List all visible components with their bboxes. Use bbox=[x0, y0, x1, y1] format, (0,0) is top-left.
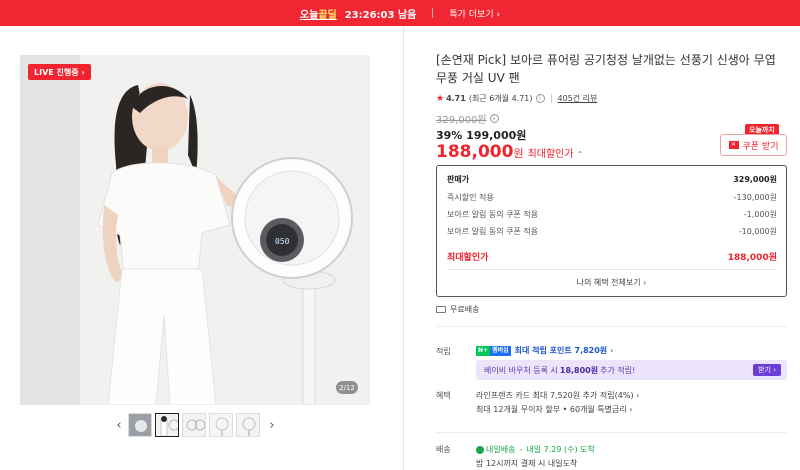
price-breakdown-box: 판매가 329,000원 즉시할인 적용 -130,000원 보아르 알림 동의… bbox=[436, 165, 787, 297]
thumbnail[interactable] bbox=[236, 413, 260, 437]
thumbnail-active[interactable] bbox=[155, 413, 179, 437]
installment-link[interactable]: 최대 12개월 무이자 할부 • 60개월 특별금리 › bbox=[476, 404, 632, 415]
all-benefits-link[interactable]: 나의 혜택 전체보기 › bbox=[437, 277, 786, 288]
voucher-text: 베이비 바우처 등록 시 bbox=[484, 365, 558, 375]
reviews-link[interactable]: 405건 리뷰 bbox=[558, 93, 598, 104]
price-row-value: -130,000원 bbox=[733, 193, 777, 202]
deal-brand[interactable]: 오늘끝딜 bbox=[300, 6, 337, 21]
thumbnail-strip: ‹ › bbox=[110, 413, 281, 437]
divider bbox=[436, 326, 787, 327]
price-row: 보아르 알림 동의 쿠폰 적용 -1,000원 bbox=[447, 209, 777, 220]
separator: - bbox=[519, 445, 523, 454]
deal-banner: 오늘끝딜 23:26:03 남음 특가 더보기 › bbox=[0, 0, 800, 26]
points-link[interactable]: N+ 멤버십 최대 적립 포인트 7,820원 › bbox=[476, 345, 613, 356]
price-row: 판매가 329,000원 bbox=[447, 174, 777, 185]
svg-text:050: 050 bbox=[275, 237, 290, 246]
chevron-right-icon: › bbox=[610, 346, 614, 355]
thumbnail[interactable] bbox=[209, 413, 233, 437]
rating-recent: (최근 6개월 4.71) bbox=[468, 94, 533, 103]
price-row: 즉시할인 적용 -130,000원 bbox=[447, 192, 777, 203]
npay-badge: N+ bbox=[476, 345, 491, 356]
points-text: 최대 적립 포인트 7,820원 bbox=[514, 346, 608, 355]
tomorrow-delivery-icon bbox=[476, 445, 484, 454]
original-price-row: 329,000원 i bbox=[436, 111, 499, 126]
free-delivery: 무료배송 bbox=[436, 304, 479, 315]
final-price-amount: 188,000 bbox=[436, 142, 514, 162]
points-label: 적립 bbox=[436, 347, 451, 356]
benefit-label: 혜택 bbox=[436, 391, 451, 400]
price-row-value: 329,000원 bbox=[733, 175, 777, 184]
column-divider bbox=[403, 26, 404, 470]
thumbnail-image bbox=[210, 414, 232, 436]
shipping-label: 배송 bbox=[436, 445, 451, 454]
shipping-note: 밤 12시까지 결제 시 내일도착 bbox=[476, 459, 578, 468]
voucher-get-button[interactable]: 받기 › bbox=[753, 364, 781, 376]
voucher-text-suffix: 추가 적립! bbox=[600, 365, 636, 375]
baby-voucher-banner[interactable]: 베이비 바우처 등록 시 18,800원 추가 적립! 받기 › bbox=[476, 360, 787, 380]
shipping-type: 내일배송 bbox=[486, 445, 516, 454]
divider bbox=[447, 269, 777, 270]
price-row-value: -1,000원 bbox=[743, 210, 777, 219]
info-icon[interactable]: i bbox=[535, 94, 545, 103]
coupon-button-label: 쿠폰 받기 bbox=[742, 141, 779, 152]
price-row-label: 즉시할인 적용 bbox=[447, 193, 494, 202]
deal-timer: 23:26:03 남음 bbox=[344, 9, 417, 21]
best-price-label: 최대할인가 bbox=[447, 253, 489, 263]
next-arrow-icon[interactable]: › bbox=[263, 418, 281, 433]
product-title: [손연재 Pick] 보아르 퓨어링 공기청정 날개없는 선풍기 신생아 무엽 … bbox=[436, 53, 776, 85]
rating-score: 4.71 bbox=[446, 94, 466, 103]
final-price-label: 최대할인가 bbox=[527, 149, 574, 160]
thumbnail[interactable] bbox=[182, 413, 206, 437]
divider bbox=[432, 8, 434, 18]
product-main-image[interactable]: 050 bbox=[20, 55, 370, 405]
sale-price: 39% 199,000원 bbox=[436, 129, 527, 142]
membership-badge: 멤버십 bbox=[490, 345, 511, 356]
price-row-value: -10,000원 bbox=[738, 227, 777, 236]
price-row: 보아르 알림 동의 쿠폰 적용 -10,000원 bbox=[447, 226, 777, 237]
thumbnail-image bbox=[237, 414, 259, 436]
live-badge[interactable]: LIVE 진행중 › bbox=[28, 64, 91, 80]
divider bbox=[550, 94, 552, 103]
image-counter: 2/12 bbox=[336, 381, 358, 394]
thumbnail[interactable] bbox=[128, 413, 152, 437]
more-deals-link[interactable]: 특가 더보기 › bbox=[449, 7, 500, 20]
star-icon: ★ bbox=[436, 93, 445, 104]
prev-arrow-icon[interactable]: ‹ bbox=[110, 418, 128, 433]
rating-row: ★ 4.71 (최근 6개월 4.71) i 405건 리뷰 bbox=[436, 93, 597, 104]
best-price-value: 188,000원 bbox=[727, 253, 777, 263]
product-photo: 050 bbox=[20, 55, 370, 405]
card-benefit-link[interactable]: 라인프렌즈 카드 최대 7,520원 추가 적립(4%) › bbox=[476, 390, 639, 401]
price-row-label: 판매가 bbox=[447, 175, 470, 184]
get-coupon-button[interactable]: ✕ 쿠폰 받기 bbox=[720, 134, 787, 156]
final-price-row[interactable]: 188,000 원 최대할인가 ⌃ bbox=[436, 142, 583, 162]
thumbnail-image bbox=[156, 414, 178, 436]
thumbnail-image bbox=[129, 414, 151, 436]
shipping-eta: 내일 7.29 (수) 도착 bbox=[526, 445, 595, 454]
free-delivery-label: 무료배송 bbox=[450, 305, 480, 314]
shipping-info: 내일배송 - 내일 7.29 (수) 도착 bbox=[476, 444, 595, 455]
npay-membership-icon: N+ 멤버십 bbox=[476, 345, 511, 356]
truck-icon bbox=[436, 306, 446, 313]
original-price: 329,000원 bbox=[436, 115, 487, 126]
divider bbox=[436, 432, 787, 433]
best-price-row: 최대할인가 188,000원 bbox=[447, 250, 777, 263]
coupon-icon: ✕ bbox=[728, 141, 739, 149]
price-row-label: 보아르 알림 동의 쿠폰 적용 bbox=[447, 210, 539, 219]
chevron-up-icon[interactable]: ⌃ bbox=[577, 150, 584, 159]
info-icon[interactable]: i bbox=[489, 114, 499, 123]
voucher-amount: 18,800원 bbox=[559, 365, 599, 375]
thumbnail-image bbox=[183, 414, 205, 436]
final-price-unit: 원 bbox=[513, 147, 524, 160]
price-row-label: 보아르 알림 동의 쿠폰 적용 bbox=[447, 227, 539, 236]
